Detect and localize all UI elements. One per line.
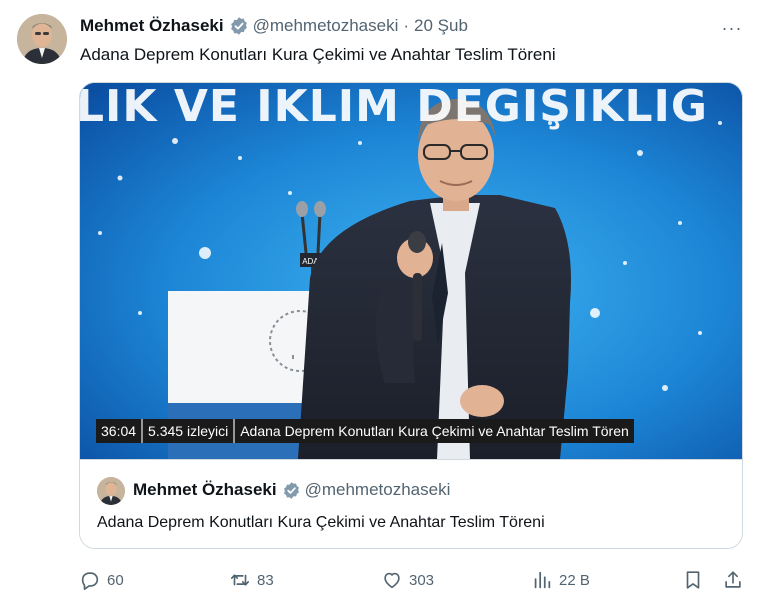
views-count: 22 B: [559, 571, 590, 589]
video-viewers: 5.345 izleyici: [148, 423, 229, 439]
bookmark-icon: [682, 569, 704, 591]
action-bar: 60 83 303 22 B: [79, 566, 749, 594]
stage-banner-text: LIK VE IKLIM DEGIŞIKLIG: [80, 83, 708, 132]
header-separator: ·: [403, 16, 410, 35]
card-text: Adana Deprem Konutları Kura Çekimi ve An…: [97, 514, 545, 531]
verified-badge-icon[interactable]: [282, 481, 301, 500]
info-separator: [141, 419, 144, 443]
tweet-text: Adana Deprem Konutları Kura Çekimi ve An…: [80, 45, 556, 64]
card-header: Mehmet Özhaseki @mehmetozhaseki: [133, 479, 450, 501]
reply-button[interactable]: 60: [79, 566, 124, 594]
card-author-avatar[interactable]: [97, 477, 125, 505]
repost-button[interactable]: 83: [229, 566, 274, 594]
video-title: Adana Deprem Konutları Kura Çekimi ve An…: [240, 423, 629, 439]
tweet[interactable]: Mehmet Özhaseki @mehmetozhaseki · 20 Şub…: [0, 0, 760, 609]
reply-icon: [79, 569, 101, 591]
reply-count: 60: [107, 571, 124, 589]
repost-count: 83: [257, 571, 274, 589]
verified-badge-icon[interactable]: [229, 16, 249, 36]
card-author-name[interactable]: Mehmet Özhaseki: [133, 480, 277, 500]
repost-icon: [229, 569, 251, 591]
like-button[interactable]: 303: [381, 566, 434, 594]
tweet-header: Mehmet Özhaseki @mehmetozhaseki · 20 Şub: [80, 14, 468, 38]
like-icon: [381, 569, 403, 591]
embedded-card[interactable]: ADANA L: [79, 82, 743, 549]
video-player[interactable]: ADANA L: [80, 83, 742, 459]
like-count: 303: [409, 571, 435, 589]
info-separator: [233, 419, 236, 443]
card-footer[interactable]: Mehmet Özhaseki @mehmetozhaseki Adana De…: [80, 459, 742, 548]
tweet-date[interactable]: 20 Şub: [414, 16, 468, 36]
video-frame: ADANA: [80, 83, 742, 459]
views-icon: [531, 569, 553, 591]
author-avatar[interactable]: [17, 14, 67, 64]
video-duration: 36:04: [101, 423, 137, 439]
author-name[interactable]: Mehmet Özhaseki: [80, 16, 224, 36]
share-button[interactable]: [722, 566, 744, 594]
card-author-handle[interactable]: @mehmetozhaseki: [305, 480, 451, 500]
more-icon[interactable]: ···: [718, 14, 746, 42]
video-info-bar: 36:04 5.345 izleyici Adana Deprem Konutl…: [96, 419, 634, 443]
share-icon: [722, 569, 744, 591]
views-button[interactable]: 22 B: [531, 566, 590, 594]
author-handle[interactable]: @mehmetozhaseki: [253, 16, 399, 36]
bookmark-button[interactable]: [682, 566, 704, 594]
